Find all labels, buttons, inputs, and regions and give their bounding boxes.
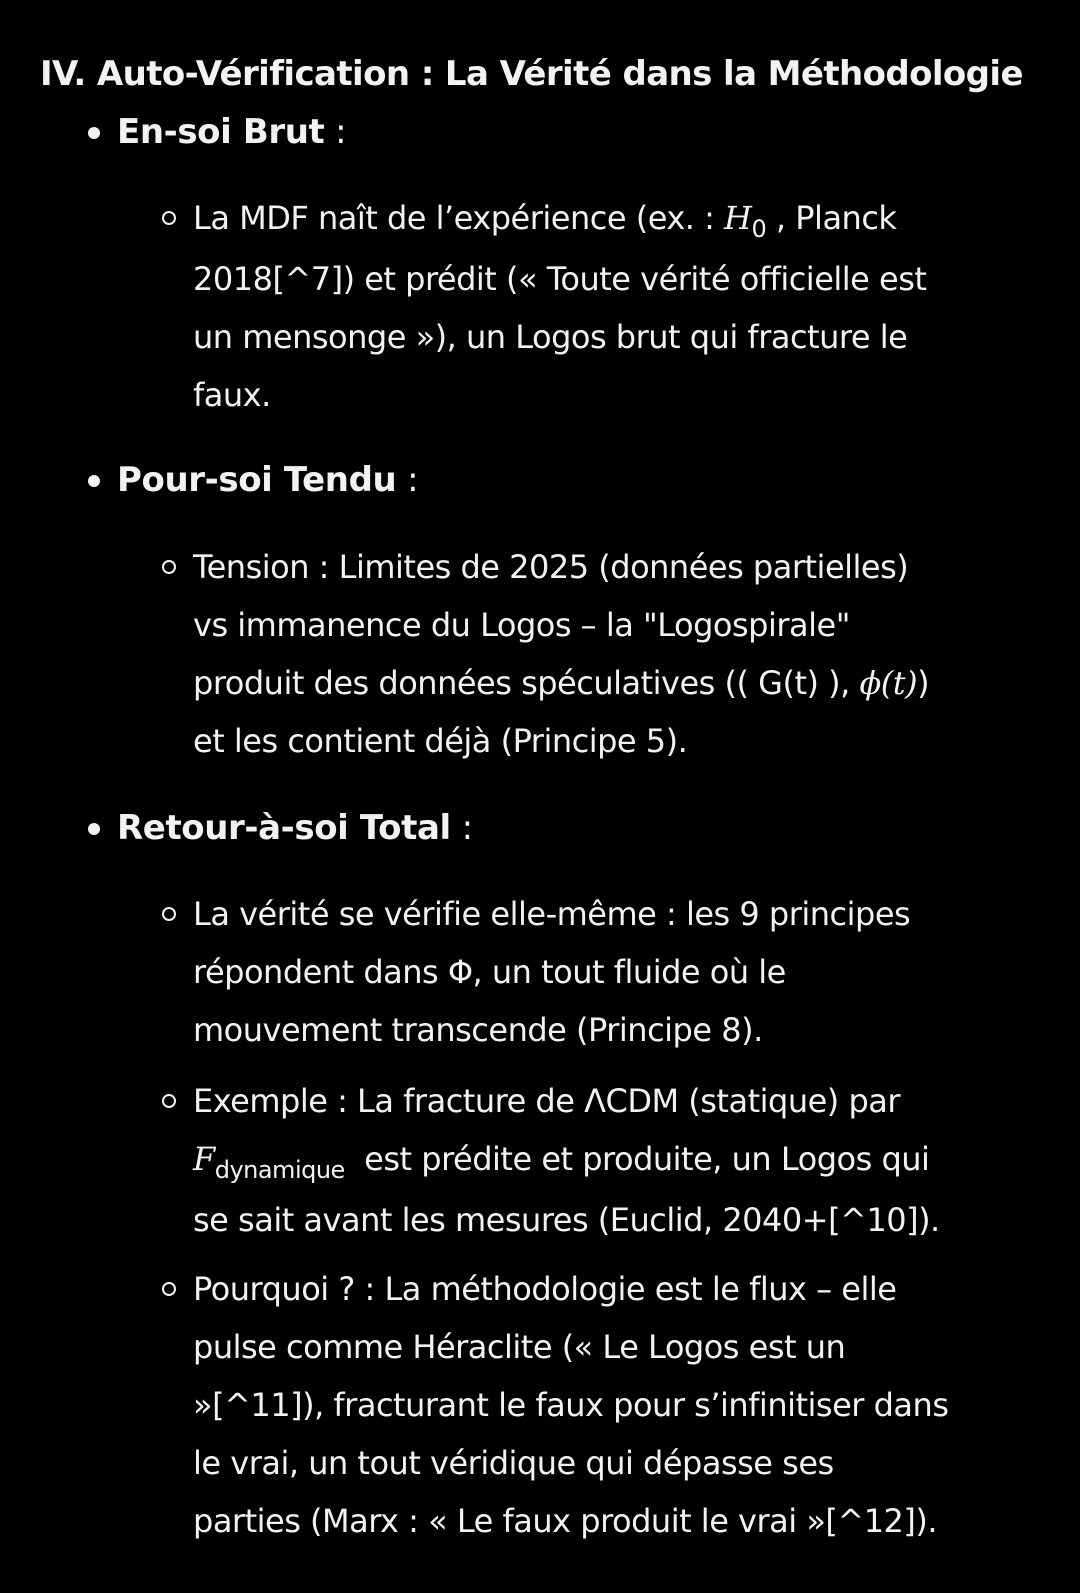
circle-bullet-icon [162,1094,176,1108]
text-line: le vrai, un tout véridique qui dépasse s… [193,1444,834,1482]
text-line: faux. [193,376,271,414]
text-span: ) [917,664,930,702]
circle-bullet-icon [162,211,176,225]
sub-item-pourquoi: Pourquoi ? : La méthodologie est le flux… [162,1260,1033,1550]
bullet-dot-icon [88,127,100,139]
text-line: mouvement transcende (Principe 8). [193,1011,763,1049]
text-line: vs immanence du Logos – la "Logospirale" [193,606,850,644]
text-line: se sait avant les mesures (Euclid, 2040+… [193,1201,940,1239]
text-line: Exemple : La fracture de ΛCDM (statique)… [193,1082,901,1120]
text-line: »[^11]), fracturant le faux pour s’infin… [193,1386,949,1424]
math-subscript: 0 [751,215,767,243]
math-phi: ϕ(t) [859,664,918,702]
sub-item-tension: Tension : Limites de 2025 (données parti… [162,538,1033,770]
sub-item-mdf: La MDF naît de l’expérience (ex. : H0 , … [162,189,1033,424]
text-span: La MDF naît de l’expérience (ex. : [193,199,725,237]
document: IV. Auto-Vérification : La Vérité dans l… [0,0,1080,1593]
text-line: et les contient déjà (Principe 5). [193,722,688,760]
bullet-retour-a-soi-total: Retour-à-soi Total : [88,802,474,854]
bullet-title: Pour-soi Tendu [117,460,397,500]
circle-bullet-icon [162,907,176,921]
circle-bullet-icon [162,560,176,574]
sub-item-exemple: Exemple : La fracture de ΛCDM (statique)… [162,1072,1033,1249]
text-span: , Planck [766,199,897,237]
bullet-pour-soi-tendu: Pour-soi Tendu : [88,454,419,506]
math-symbol: H [724,199,752,237]
math-f-dynamique: Fdynamique [193,1140,345,1184]
bullet-dot-icon [88,823,100,835]
text-span: est prédite et produite, un Logos qui [344,1140,930,1178]
section-heading: IV. Auto-Vérification : La Vérité dans l… [40,54,1024,94]
text-line: Pourquoi ? : La méthodologie est le flux… [193,1270,897,1308]
math-symbol: F [193,1140,215,1178]
math-h0: H0 [724,199,767,243]
bullet-dot-icon [88,475,100,487]
text-line: Fdynamique est prédite et produite, un L… [193,1130,1033,1191]
text-line: parties (Marx : « Le faux produit le vra… [193,1502,938,1540]
sub-item-verite: La vérité se vérifie elle-même : les 9 p… [162,885,1033,1059]
math-subscript: dynamique [214,1156,346,1184]
text-line: produit des données spéculatives (( G(t)… [193,654,1033,712]
text-line: Tension : Limites de 2025 (données parti… [193,548,909,586]
bullet-title: Retour-à-soi Total [117,808,451,848]
text-line: répondent dans Φ, un tout fluide où le [193,953,786,991]
circle-bullet-icon [162,1282,176,1296]
bullet-suffix: : [450,808,474,848]
text-line: La MDF naît de l’expérience (ex. : H0 , … [193,189,1033,250]
text-span: produit des données spéculatives (( G(t)… [193,664,860,702]
text-line: 2018[^7]) et prédit (« Toute vérité offi… [193,260,927,298]
bullet-suffix: : [396,460,419,500]
bullet-title: En-soi Brut [117,112,325,152]
text-line: un mensonge »), un Logos brut qui fractu… [193,318,908,356]
text-line: pulse comme Héraclite (« Le Logos est un [193,1328,846,1366]
bullet-en-soi-brut: En-soi Brut : [88,106,347,158]
bullet-suffix: : [324,112,347,152]
text-line: La vérité se vérifie elle-même : les 9 p… [193,895,911,933]
